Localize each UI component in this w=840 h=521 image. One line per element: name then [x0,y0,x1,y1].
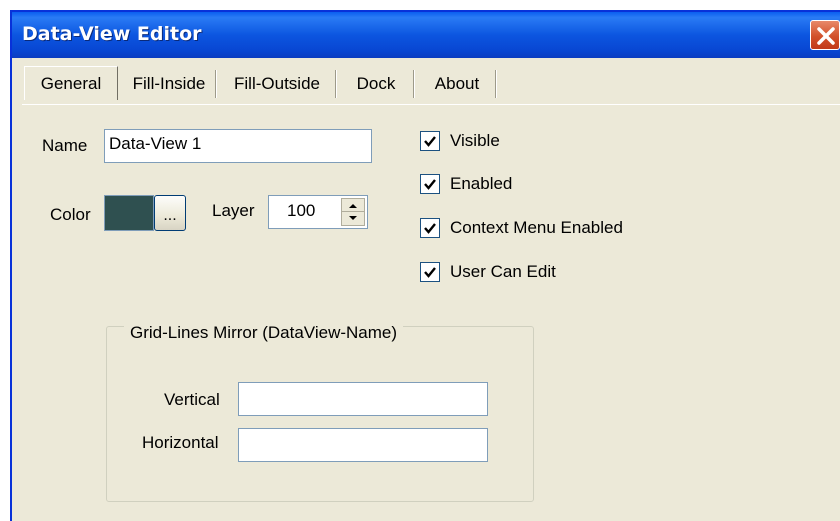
layer-stepper[interactable]: 100 [268,195,368,229]
tab-label: About [434,74,480,93]
title-bar: Data-View Editor [12,12,840,58]
name-label: Name [42,136,88,155]
tab-panel-border [22,104,840,106]
layer-spin-buttons [341,198,365,226]
checkmark-icon [424,136,436,147]
checkbox-enabled[interactable] [420,174,440,194]
enabled-label: Enabled [450,174,513,193]
spin-down-button[interactable] [342,212,364,225]
layer-label: Layer [212,201,255,220]
tab-about[interactable]: About [418,68,497,100]
tab-fill-outside[interactable]: Fill-Outside [218,68,337,100]
vertical-input[interactable] [238,382,488,416]
tab-label: Fill-Outside [234,74,320,93]
context-menu-enabled-label: Context Menu Enabled [450,218,623,237]
tab-separator [413,70,415,98]
color-picker-button[interactable]: ... [154,195,186,231]
checkmark-icon [424,267,436,278]
checkmark-icon [424,179,436,190]
vertical-label: Vertical [164,390,220,409]
color-label: Color [50,205,91,224]
tab-separator [215,70,217,98]
horizontal-input[interactable] [238,428,488,462]
horizontal-label: Horizontal [142,433,219,452]
color-swatch[interactable] [104,195,154,231]
close-icon [817,27,835,45]
tab-label: Fill-Inside [132,74,206,93]
visible-label: Visible [450,131,500,150]
tab-separator [495,70,497,98]
tab-label: Dock [356,74,396,93]
checkbox-context-menu-enabled[interactable] [420,218,440,238]
name-input[interactable]: Data-View 1 [104,129,372,163]
grid-lines-mirror-title: Grid-Lines Mirror (DataView-Name) [124,323,404,343]
checkmark-icon [424,223,436,234]
close-button[interactable] [810,20,840,50]
checkbox-user-can-edit[interactable] [420,262,440,282]
checkbox-visible[interactable] [420,131,440,151]
arrow-up-icon [349,204,357,208]
user-can-edit-label: User Can Edit [450,262,556,281]
arrow-down-icon [349,216,357,220]
tab-dock[interactable]: Dock [338,68,415,100]
tab-label: General [40,73,102,93]
tab-general[interactable]: General [24,66,118,100]
window-title: Data-View Editor [22,23,202,45]
data-view-editor-dialog: Data-View Editor General Fill-Inside Fil… [10,10,840,521]
layer-value: 100 [287,201,316,220]
spin-up-button[interactable] [342,199,364,212]
tab-fill-inside[interactable]: Fill-Inside [122,68,217,100]
tab-separator [335,70,337,98]
desktop-background [0,0,840,8]
